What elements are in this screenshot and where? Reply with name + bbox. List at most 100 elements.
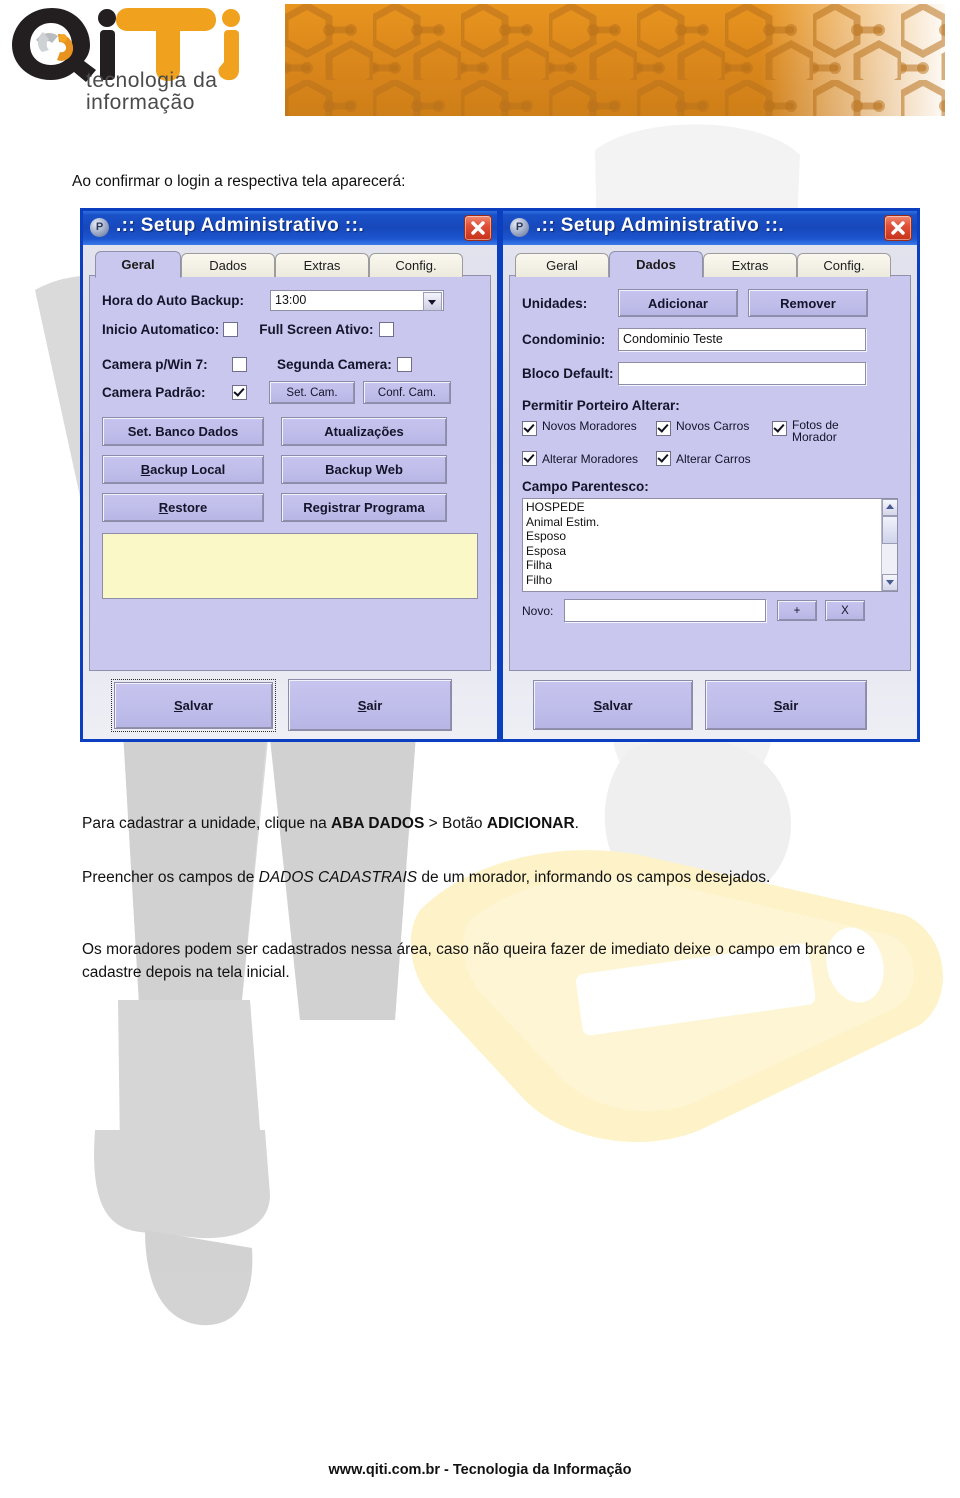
- salvar-focus-ring: Salvar: [111, 678, 276, 732]
- alterar-carros-checkbox[interactable]: [656, 451, 671, 466]
- conf-cam-button[interactable]: Conf. Cam.: [363, 381, 451, 404]
- titlebar-left: P .:: Setup Administrativo ::.: [83, 211, 497, 246]
- alterar-moradores-label: Alterar Moradores: [542, 451, 639, 466]
- list-item[interactable]: Esposo: [526, 529, 897, 544]
- alterar-moradores-checkbox[interactable]: [522, 451, 537, 466]
- brand-tagline-line1: tecnologia da: [86, 69, 218, 92]
- header-banner: [285, 4, 945, 116]
- para1-mid: > Botão: [424, 815, 487, 832]
- tab-config-right[interactable]: Config.: [797, 253, 891, 277]
- intro-paragraph: Ao confirmar o login a respectiva tela a…: [72, 173, 406, 190]
- camera-win7-label: Camera p/Win 7:: [102, 357, 208, 372]
- condominio-label: Condominio:: [522, 332, 606, 347]
- fotos-morador-checkbox[interactable]: [772, 421, 787, 436]
- condominio-input[interactable]: Condominio Teste: [618, 328, 866, 351]
- list-item[interactable]: Filho: [526, 573, 897, 588]
- set-cam-button[interactable]: Set. Cam.: [269, 381, 355, 404]
- segunda-camera-checkbox[interactable]: [396, 357, 412, 372]
- scroll-up-icon[interactable]: [882, 499, 897, 516]
- sair-label-left: Sair: [357, 697, 383, 713]
- tab-config-left[interactable]: Config.: [369, 253, 463, 277]
- remover-button[interactable]: Remover: [748, 289, 868, 317]
- add-parentesco-button[interactable]: +: [777, 600, 817, 621]
- salvar-label-right: Salvar: [593, 697, 633, 713]
- setup-dialog-geral: P .:: Setup Administrativo ::. Geral Dad…: [80, 208, 500, 742]
- chevron-down-icon[interactable]: [423, 292, 442, 311]
- tab-extras-left[interactable]: Extras: [275, 253, 369, 277]
- dialog-title-left: .:: Setup Administrativo ::.: [116, 215, 364, 236]
- novo-label: Novo:: [522, 603, 554, 618]
- list-item[interactable]: HOSPEDE: [526, 500, 897, 515]
- novos-moradores-checkbox[interactable]: [522, 421, 537, 436]
- brand-tagline-line2: informação: [86, 91, 195, 115]
- listbox-scrollbar[interactable]: [881, 499, 897, 591]
- tabpage-geral: Hora do Auto Backup: 13:00 Inicio Automa…: [89, 275, 491, 671]
- set-banco-dados-button[interactable]: Set. Banco Dados: [102, 417, 264, 446]
- dialog-body-left: Geral Dados Extras Config. Hora do Auto …: [83, 245, 497, 739]
- log-memo-field[interactable]: [102, 533, 478, 599]
- para2-italic-dados-cadastrais: DADOS CADASTRAIS: [258, 869, 418, 886]
- sair-button-right[interactable]: Sair: [705, 680, 867, 730]
- scroll-down-icon[interactable]: [882, 574, 897, 591]
- novo-input[interactable]: [564, 599, 766, 622]
- close-icon[interactable]: [884, 215, 912, 241]
- page-header: tecnologia da informação: [0, 0, 960, 125]
- camera-win7-checkbox[interactable]: [232, 357, 247, 372]
- list-item[interactable]: Filha: [526, 558, 897, 573]
- parentesco-list: HOSPEDE Animal Estim. Esposo Esposa Filh…: [523, 499, 897, 587]
- bloco-default-input[interactable]: [618, 362, 866, 385]
- full-screen-label: Full Screen Ativo:: [259, 322, 374, 337]
- salvar-button-right[interactable]: Salvar: [533, 680, 693, 730]
- brand-logo: tecnologia da informação: [8, 4, 280, 116]
- titlebar-right: P .:: Setup Administrativo ::.: [503, 211, 917, 246]
- scrollbar-thumb[interactable]: [882, 516, 897, 544]
- restore-button[interactable]: Restore: [102, 493, 264, 522]
- para1-bold-aba-dados: ABA DADOS: [331, 815, 425, 832]
- unidades-label: Unidades:: [522, 295, 588, 311]
- remove-parentesco-button[interactable]: X: [825, 600, 865, 621]
- instruction-paragraph-3: Os moradores podem ser cadastrados nessa…: [82, 941, 866, 982]
- full-screen-checkbox[interactable]: [378, 322, 394, 337]
- page-footer: www.qiti.com.br - Tecnologia da Informaç…: [328, 1462, 632, 1478]
- campo-parentesco-label: Campo Parentesco:: [522, 479, 649, 494]
- alterar-carros-label: Alterar Carros: [676, 451, 751, 466]
- instruction-paragraph-1: Para cadastrar a unidade, clique na ABA …: [82, 812, 882, 835]
- fotos-morador-label: Fotos de Morador: [792, 418, 839, 444]
- tab-geral-right[interactable]: Geral: [515, 253, 609, 277]
- backup-local-label: Backup Local: [140, 462, 226, 477]
- para2-prefix: Preencher os campos de: [82, 869, 259, 886]
- adicionar-button[interactable]: Adicionar: [618, 289, 738, 317]
- tab-dados-left[interactable]: Dados: [181, 253, 275, 277]
- app-icon: P: [90, 218, 109, 237]
- brand-tagline: tecnologia da informação: [86, 69, 286, 115]
- para1-bold-adicionar: ADICIONAR: [486, 815, 575, 832]
- dialog-body-right: Geral Dados Extras Config. Unidades: Adi…: [503, 245, 917, 739]
- tab-dados-right[interactable]: Dados: [609, 251, 703, 278]
- close-icon[interactable]: [464, 215, 492, 241]
- salvar-button-left[interactable]: Salvar: [114, 681, 273, 729]
- para2-suffix: de um morador, informando os campos dese…: [417, 869, 771, 886]
- backup-web-button[interactable]: Backup Web: [281, 455, 447, 484]
- footbar-right: Salvar Sair: [509, 677, 911, 733]
- hora-backup-combo[interactable]: 13:00: [270, 290, 444, 311]
- permitir-porteiro-label: Permitir Porteiro Alterar:: [522, 398, 680, 413]
- para1-prefix: Para cadastrar a unidade, clique na: [82, 815, 332, 832]
- inicio-automatico-checkbox[interactable]: [223, 322, 239, 337]
- list-item[interactable]: Animal Estim.: [526, 515, 897, 530]
- atualizacoes-button[interactable]: Atualizações: [281, 417, 447, 446]
- instruction-paragraph-2: Preencher os campos de DADOS CADASTRAIS …: [82, 866, 842, 889]
- sair-label-right: Sair: [773, 697, 799, 713]
- registrar-programa-button[interactable]: Registrar Programa: [281, 493, 447, 522]
- setup-dialog-dados: P .:: Setup Administrativo ::. Geral Dad…: [500, 208, 920, 742]
- tabhost-right: Geral Dados Extras Config. Unidades: Adi…: [509, 251, 911, 671]
- salvar-label-left: Salvar: [173, 697, 214, 713]
- sair-button-left[interactable]: Sair: [288, 679, 452, 731]
- novos-carros-checkbox[interactable]: [656, 421, 671, 436]
- camera-padrao-checkbox[interactable]: [232, 385, 247, 400]
- list-item[interactable]: Esposa: [526, 544, 897, 559]
- parentesco-listbox[interactable]: HOSPEDE Animal Estim. Esposo Esposa Filh…: [522, 498, 898, 592]
- segunda-camera-label: Segunda Camera:: [277, 357, 392, 372]
- backup-local-button[interactable]: Backup Local: [102, 455, 264, 484]
- tab-extras-right[interactable]: Extras: [703, 253, 797, 277]
- tab-geral-left[interactable]: Geral: [95, 251, 181, 278]
